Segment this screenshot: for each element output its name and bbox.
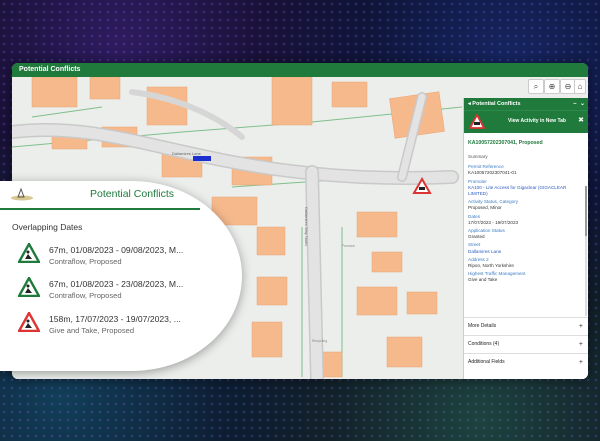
- field-value[interactable]: Dallamires Lane: [468, 249, 585, 255]
- conflict-subtitle: Contraflow, Proposed: [49, 291, 122, 300]
- roadworks-green-icon: [18, 243, 40, 263]
- street-label: Dallamires Way North: [304, 207, 309, 246]
- roadworks-red-icon: [469, 114, 485, 129]
- panel-header: ◂ Potential Conflicts – ⌄: [464, 98, 588, 110]
- expand-icon: +: [578, 323, 583, 330]
- field-value: Give and Take: [468, 277, 498, 283]
- app-title: Potential Conflicts: [12, 63, 588, 77]
- conflict-details-panel: ◂ Potential Conflicts – ⌄ View Activity …: [463, 98, 588, 379]
- conflict-item[interactable]: 67m, 01/08/2023 - 09/08/2023, M... Contr…: [12, 243, 222, 273]
- street-label: Dallamires Lane: [172, 151, 202, 156]
- overlapping-dates-heading: Overlapping Dates: [12, 222, 83, 232]
- search-icon[interactable]: ⌕: [528, 79, 544, 94]
- roadworks-green-icon: [18, 277, 40, 297]
- layers-icon[interactable]: ⌂: [574, 79, 586, 94]
- accordion-conditions[interactable]: Conditions (4) +: [464, 335, 588, 353]
- summary-section-title: Summary: [468, 154, 488, 159]
- bubble-header: Potential Conflicts: [0, 181, 200, 210]
- zoom-in-icon[interactable]: ⊕: [544, 79, 560, 94]
- conflict-subtitle: Give and Take, Proposed: [49, 326, 135, 335]
- conflict-title: 158m, 17/07/2023 - 19/07/2023, ...: [49, 314, 181, 324]
- panel-summary: Summary Permit Reference KA10057202307041…: [464, 149, 588, 286]
- bubble-title: Potential Conflicts: [90, 188, 175, 200]
- field-value: Proposed, Minor: [468, 205, 502, 211]
- conflict-title: 67m, 01/08/2023 - 23/08/2023, M...: [49, 279, 184, 289]
- panel-scrollbar[interactable]: [585, 186, 587, 316]
- zoom-bubble: Potential Conflicts Overlapping Dates 67…: [0, 181, 242, 371]
- panel-activity-bar: View Activity in New Tab ✖: [464, 110, 588, 133]
- conflict-item[interactable]: 158m, 17/07/2023 - 19/07/2023, ... Give …: [12, 312, 222, 342]
- place-label: Recycling: [312, 339, 327, 343]
- field-value: Ripon, North Yorkshire: [468, 263, 514, 269]
- selected-road-segment: [193, 156, 211, 161]
- place-label: Furnace: [342, 244, 355, 248]
- panel-window-controls[interactable]: – ⌄: [573, 98, 585, 110]
- close-icon[interactable]: ✖: [578, 116, 584, 124]
- roadworks-red-icon: [18, 312, 40, 332]
- permit-reference-heading: KA10057202307041, Proposed: [468, 140, 543, 146]
- field-value: Granted: [468, 234, 485, 240]
- accordion-more-details[interactable]: More Details +: [464, 317, 588, 335]
- field-value[interactable]: KA100 - Lite Access for Gigaclear (GIGAC…: [468, 185, 585, 197]
- expand-icon: +: [578, 359, 583, 366]
- conflict-title: 67m, 01/08/2023 - 09/08/2023, M...: [49, 245, 184, 255]
- view-activity-link[interactable]: View Activity in New Tab: [508, 118, 566, 124]
- conflict-item[interactable]: 67m, 01/08/2023 - 23/08/2023, M... Contr…: [12, 277, 222, 307]
- accordion-additional-fields[interactable]: Additional Fields +: [464, 353, 588, 371]
- field-value: 17/07/2023 - 19/07/2023: [468, 219, 519, 225]
- roadworks-logo-icon: [11, 187, 33, 201]
- expand-icon: +: [578, 341, 583, 348]
- field-value: KA10057202307041-01: [468, 170, 517, 176]
- conflict-subtitle: Contraflow, Proposed: [49, 257, 122, 266]
